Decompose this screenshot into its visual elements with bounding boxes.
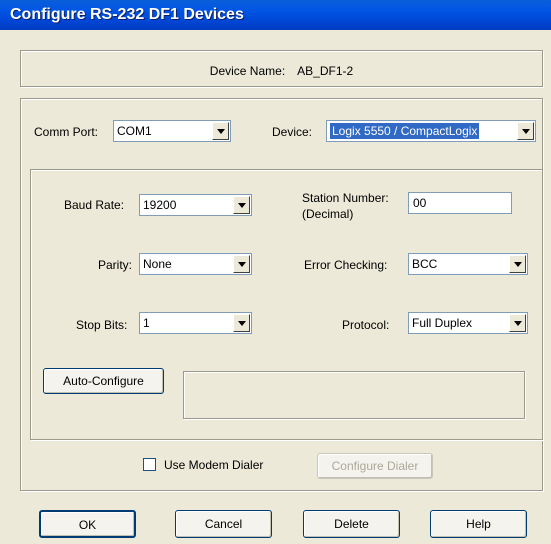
device-name-label: Device Name: — [209, 64, 286, 78]
use-modem-dialer-checkbox[interactable] — [143, 458, 156, 471]
help-button[interactable]: Help — [430, 510, 527, 538]
device-name-row: Device Name: AB_DF1-2 — [20, 64, 543, 78]
device-dropdown[interactable]: Logix 5550 / CompactLogix — [326, 120, 536, 142]
device-value: Logix 5550 / CompactLogix — [330, 123, 480, 139]
baud-rate-dropdown[interactable]: 19200 — [139, 194, 252, 216]
parity-dropdown[interactable]: None — [139, 253, 252, 275]
auto-configure-button[interactable]: Auto-Configure — [43, 368, 164, 394]
baud-rate-label: Baud Rate: — [64, 198, 125, 212]
protocol-dropdown[interactable]: Full Duplex — [408, 312, 528, 334]
error-checking-value: BCC — [412, 257, 438, 271]
use-modem-dialer-label[interactable]: Use Modem Dialer — [164, 458, 263, 472]
stop-bits-label: Stop Bits: — [76, 318, 128, 332]
device-name-value: AB_DF1-2 — [297, 64, 354, 78]
parity-label: Parity: — [98, 258, 133, 272]
chevron-down-icon[interactable] — [517, 122, 534, 140]
station-number-sublabel: (Decimal) — [302, 207, 354, 221]
chevron-down-icon[interactable] — [233, 314, 250, 332]
comm-port-label: Comm Port: — [34, 125, 99, 139]
stop-bits-dropdown[interactable]: 1 — [139, 312, 252, 334]
window-title: Configure RS-232 DF1 Devices — [10, 6, 244, 23]
baud-rate-value: 19200 — [143, 198, 177, 212]
chevron-down-icon[interactable] — [509, 255, 526, 273]
chevron-down-icon[interactable] — [233, 196, 250, 214]
parity-value: None — [143, 257, 172, 271]
chevron-down-icon[interactable] — [233, 255, 250, 273]
delete-button[interactable]: Delete — [303, 510, 400, 538]
configure-dialer-button[interactable]: Configure Dialer — [317, 453, 433, 479]
error-checking-label: Error Checking: — [304, 258, 388, 272]
chevron-down-icon[interactable] — [509, 314, 526, 332]
chevron-down-icon[interactable] — [212, 122, 229, 140]
comm-port-value: COM1 — [117, 124, 152, 138]
auto-configure-status-box — [183, 371, 525, 419]
device-label: Device: — [272, 125, 313, 139]
stop-bits-value: 1 — [143, 316, 150, 330]
protocol-value: Full Duplex — [412, 316, 473, 330]
station-number-input[interactable]: 00 — [408, 192, 512, 214]
error-checking-dropdown[interactable]: BCC — [408, 253, 528, 275]
cancel-button[interactable]: Cancel — [175, 510, 272, 538]
comm-port-dropdown[interactable]: COM1 — [113, 120, 231, 142]
station-number-label: Station Number: — [302, 191, 389, 205]
ok-button[interactable]: OK — [39, 510, 136, 538]
protocol-label: Protocol: — [342, 318, 390, 332]
window-title-bar[interactable]: Configure RS-232 DF1 Devices — [0, 0, 551, 30]
